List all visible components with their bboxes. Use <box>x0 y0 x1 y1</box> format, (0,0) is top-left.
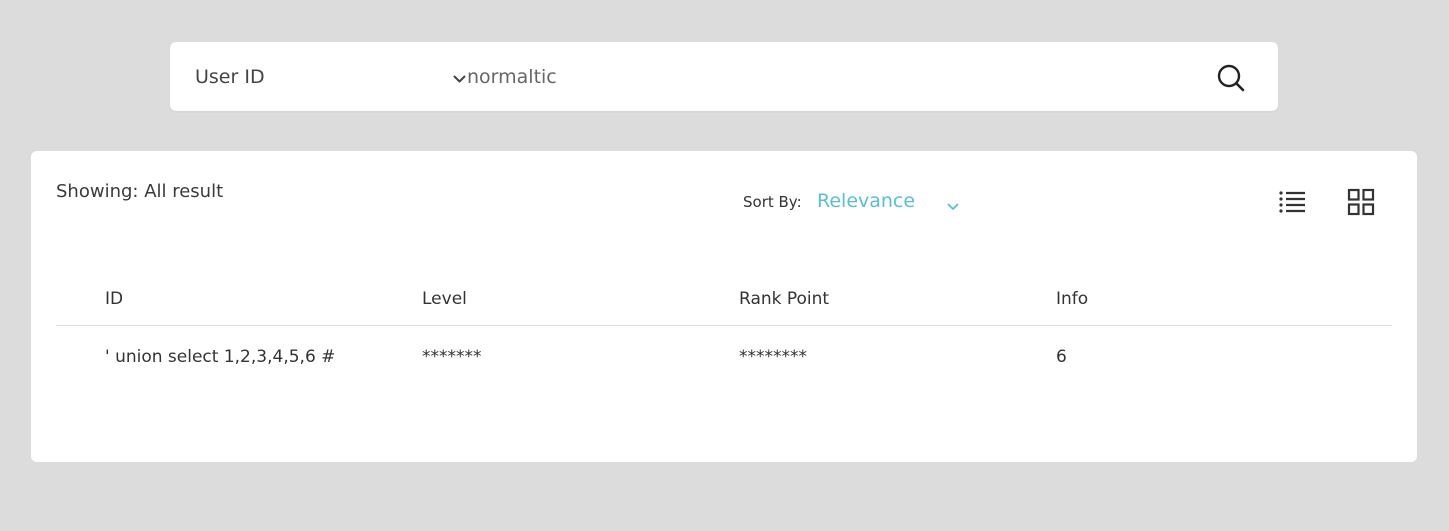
cell-info: 6 <box>1056 347 1067 367</box>
search-input[interactable] <box>467 59 1187 95</box>
cell-id: ' union select 1,2,3,4,5,6 # <box>105 347 336 367</box>
results-table: ID Level Rank Point Info ' union select … <box>56 279 1392 390</box>
column-header-level: Level <box>422 289 467 309</box>
cell-level: ******* <box>422 347 482 367</box>
chevron-down-icon <box>453 69 466 88</box>
search-bar: User ID <box>170 42 1278 111</box>
column-header-info: Info <box>1056 289 1089 309</box>
list-view-icon[interactable] <box>1278 189 1308 215</box>
column-header-rank-point: Rank Point <box>739 289 830 309</box>
table-header: ID Level Rank Point Info <box>56 279 1392 326</box>
sort-select[interactable]: Relevance <box>817 189 967 217</box>
grid-view-icon[interactable] <box>1347 188 1375 216</box>
table-row[interactable]: ' union select 1,2,3,4,5,6 # ******* ***… <box>56 326 1392 390</box>
sort-value: Relevance <box>817 190 916 212</box>
sort-by-label: Sort By: <box>743 193 802 211</box>
results-count-label: Showing: All result <box>56 181 224 202</box>
column-header-id: ID <box>105 289 124 309</box>
results-panel: Showing: All result Sort By: Relevance I… <box>31 151 1417 462</box>
cell-rank-point: ******** <box>739 347 807 367</box>
search-icon[interactable] <box>1217 64 1245 92</box>
search-filter-select[interactable]: User ID <box>195 42 466 111</box>
chevron-down-icon <box>947 196 959 215</box>
search-filter-label: User ID <box>195 65 265 88</box>
